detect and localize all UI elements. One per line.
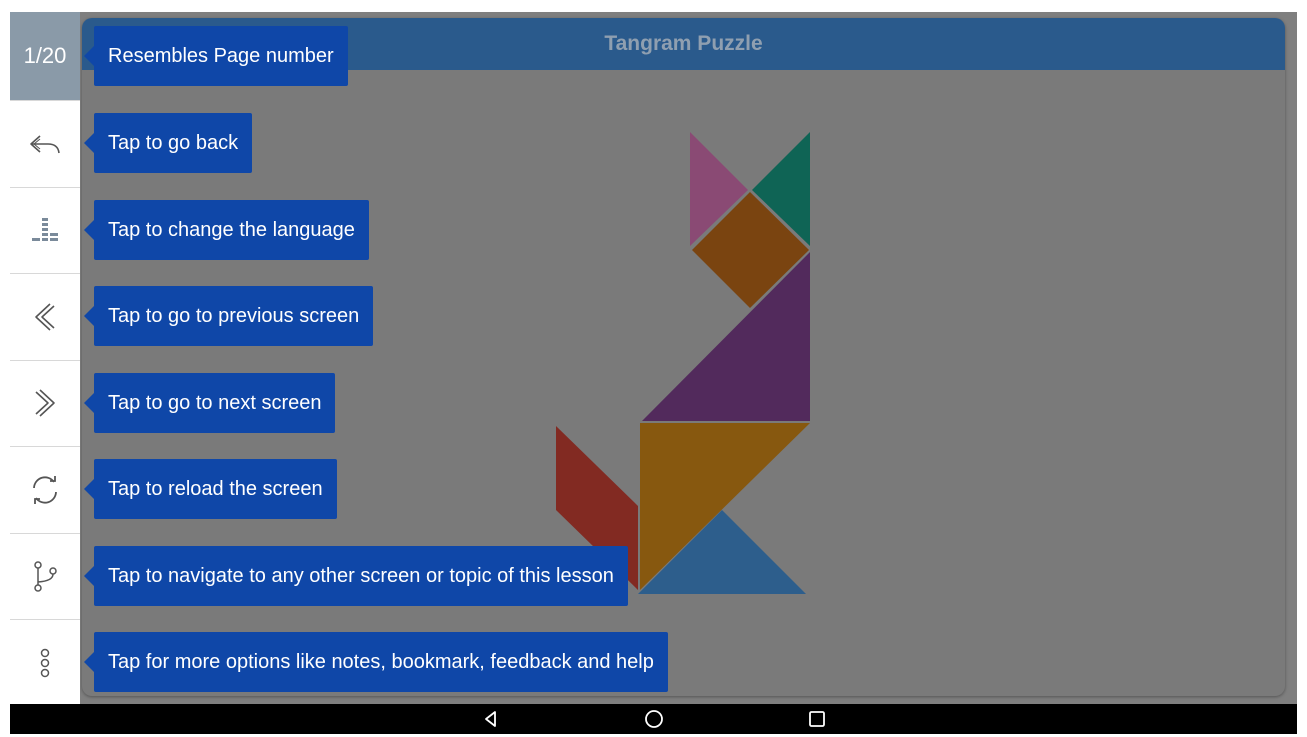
chevron-right-icon: [35, 389, 55, 417]
back-tooltip: Tap to go back: [83, 113, 253, 173]
more-options-tooltip: Tap for more options like notes, bookmar…: [84, 632, 668, 692]
previous-screen-tooltip: Tap to go to previous screen: [83, 286, 374, 346]
navigate-button[interactable]: [10, 532, 80, 619]
navigate-tooltip: Tap to navigate to any other screen or t…: [84, 546, 628, 606]
previous-screen-button[interactable]: [10, 273, 80, 360]
back-button[interactable]: [10, 100, 80, 187]
next-screen-button[interactable]: [10, 359, 80, 446]
reload-icon: [33, 475, 57, 504]
language-tooltip: Tap to change the language: [84, 200, 369, 260]
more-options-button[interactable]: [10, 619, 80, 706]
sidebar: 1/20: [10, 12, 80, 706]
page-number: 1/20: [10, 12, 80, 100]
nav-back-icon[interactable]: [480, 708, 502, 730]
back-arrow-icon: [30, 135, 60, 153]
app-frame: Tangram Puzzle 1/20 Resembles Page numbe…: [10, 12, 1297, 734]
next-screen-tooltip: Tap to go to next screen: [83, 373, 336, 433]
chevron-left-icon: [35, 303, 55, 331]
language-button[interactable]: [10, 186, 80, 273]
page-number-tooltip: Resembles Page number: [84, 26, 348, 86]
nav-recents-icon[interactable]: [806, 708, 828, 730]
system-nav-bar: [10, 704, 1297, 734]
more-options-icon: [40, 648, 50, 677]
language-icon: [32, 218, 58, 242]
reload-tooltip: Tap to reload the screen: [84, 459, 337, 519]
navigate-icon: [34, 561, 57, 592]
reload-button[interactable]: [10, 446, 80, 533]
page-title: Tangram Puzzle: [604, 32, 763, 55]
nav-home-icon[interactable]: [643, 708, 665, 730]
